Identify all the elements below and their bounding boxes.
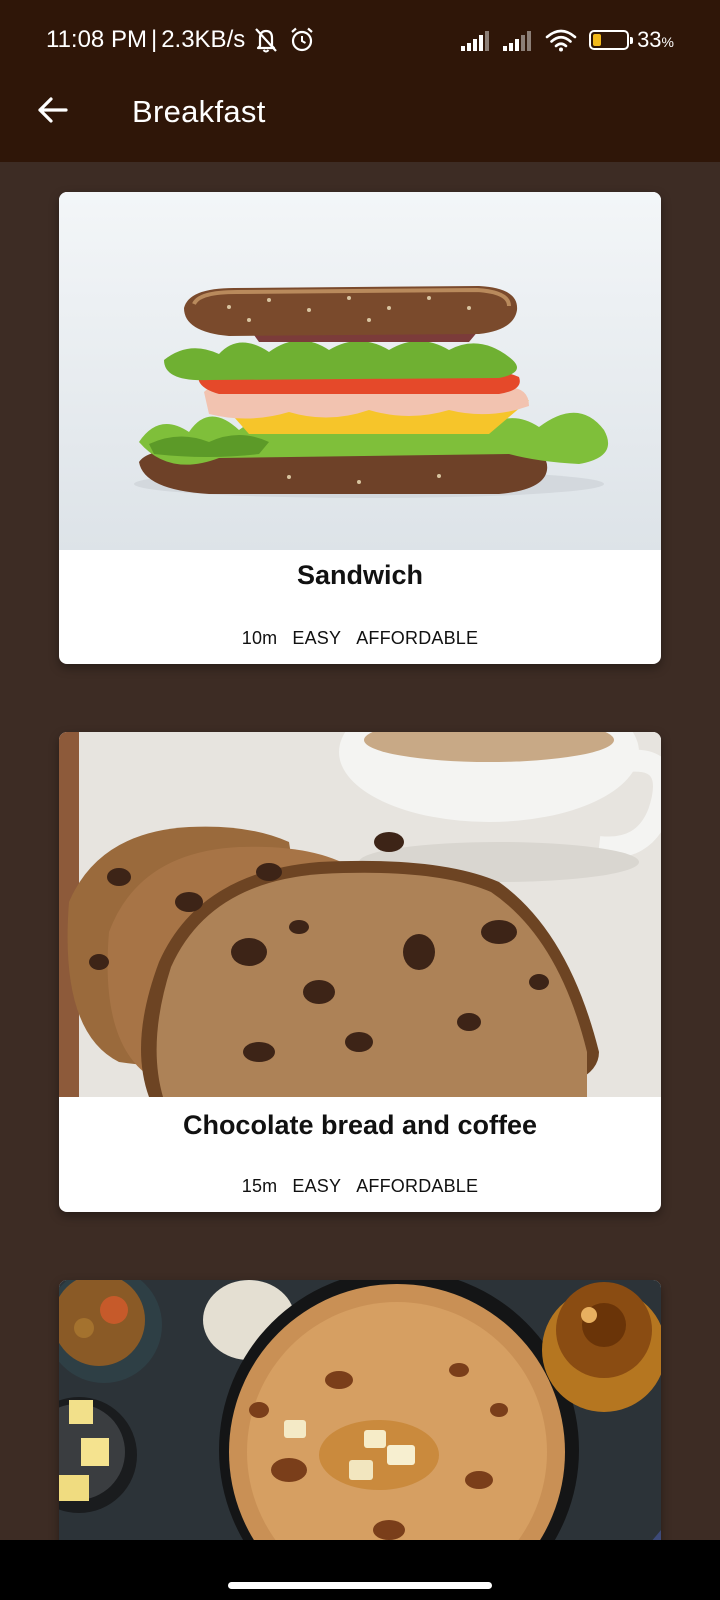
navigation-bar bbox=[0, 1540, 720, 1600]
meal-image bbox=[59, 192, 661, 550]
bell-off-icon bbox=[255, 28, 278, 53]
page-title: Breakfast bbox=[132, 94, 266, 129]
meal-card-chocolate-bread[interactable]: Chocolate bread and coffee 15m EASY AFFO… bbox=[59, 732, 661, 1212]
meal-complexity: EASY bbox=[292, 628, 342, 648]
battery-percent: 33% bbox=[637, 27, 674, 53]
network-speed: 2.3KB/s bbox=[161, 26, 246, 53]
paratha-with-butter-photo bbox=[59, 1280, 661, 1540]
meal-meta: 10m EASY AFFORDABLE bbox=[59, 628, 661, 649]
meal-title: Chocolate bread and coffee bbox=[182, 1110, 538, 1140]
meal-image bbox=[59, 1280, 661, 1540]
alarm-icon bbox=[291, 27, 313, 52]
app-bar: 11:08 PM | 2.3KB/s 33% Breakfast bbox=[0, 0, 720, 162]
meal-duration: 15m bbox=[241, 1176, 278, 1196]
meal-complexity: EASY bbox=[292, 1176, 342, 1196]
meal-card-paratha[interactable] bbox=[59, 1280, 661, 1540]
meal-affordability: AFFORDABLE bbox=[356, 1176, 479, 1196]
status-bar: 11:08 PM | 2.3KB/s 33% bbox=[0, 0, 720, 80]
meal-meta: 15m EASY AFFORDABLE bbox=[59, 1176, 661, 1197]
meal-list[interactable]: Sandwich 10m EASY AFFORDABLE Chocolate b… bbox=[0, 162, 720, 1540]
chocolate-bread-coffee-photo bbox=[59, 732, 661, 1097]
battery-icon bbox=[589, 30, 634, 50]
status-right: 33% bbox=[461, 24, 674, 56]
back-button[interactable] bbox=[28, 86, 76, 134]
meal-title: Sandwich bbox=[296, 560, 424, 590]
meal-card-sandwich[interactable]: Sandwich 10m EASY AFFORDABLE bbox=[59, 192, 661, 664]
cell-signal-icon bbox=[461, 31, 490, 51]
toolbar: Breakfast bbox=[0, 80, 720, 162]
home-indicator[interactable] bbox=[228, 1582, 492, 1589]
meal-duration: 10m bbox=[241, 628, 278, 648]
status-time: 11:08 PM bbox=[46, 26, 147, 53]
status-separator: | bbox=[150, 26, 158, 53]
arrow-left-icon bbox=[38, 97, 68, 123]
battery-number: 33 bbox=[637, 27, 662, 52]
sandwich-photo bbox=[59, 192, 661, 550]
wifi-icon bbox=[545, 29, 577, 52]
battery-unit: % bbox=[661, 34, 674, 50]
meal-affordability: AFFORDABLE bbox=[356, 628, 479, 648]
battery-fill bbox=[593, 34, 601, 46]
cell-signal-2-icon bbox=[503, 31, 532, 51]
meal-image bbox=[59, 732, 661, 1097]
status-left: 11:08 PM | 2.3KB/s bbox=[46, 24, 317, 56]
